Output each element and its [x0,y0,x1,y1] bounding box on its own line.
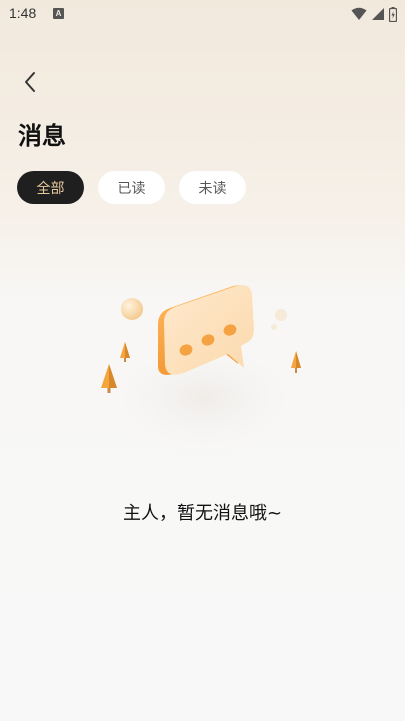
empty-message: 主人，暂无消息哦~ [122,503,283,524]
battery-icon [389,6,397,22]
tab-bar: 全部 已读 未读 [17,171,246,204]
chat-bubble-illustration [96,285,312,460]
tab-read[interactable]: 已读 [98,171,165,204]
tab-unread[interactable]: 未读 [179,171,246,204]
status-bar: 1:48 A [0,0,405,28]
page-title: 消息 [18,122,66,150]
chevron-left-icon [25,72,35,92]
a-box-icon: A [53,8,64,19]
status-time: 1:48 [9,5,37,21]
back-button[interactable] [14,66,46,98]
status-icons [351,6,397,22]
signal-icon [372,8,384,20]
wifi-icon [351,7,367,20]
empty-illustration [88,278,318,468]
tab-all[interactable]: 全部 [17,171,84,204]
